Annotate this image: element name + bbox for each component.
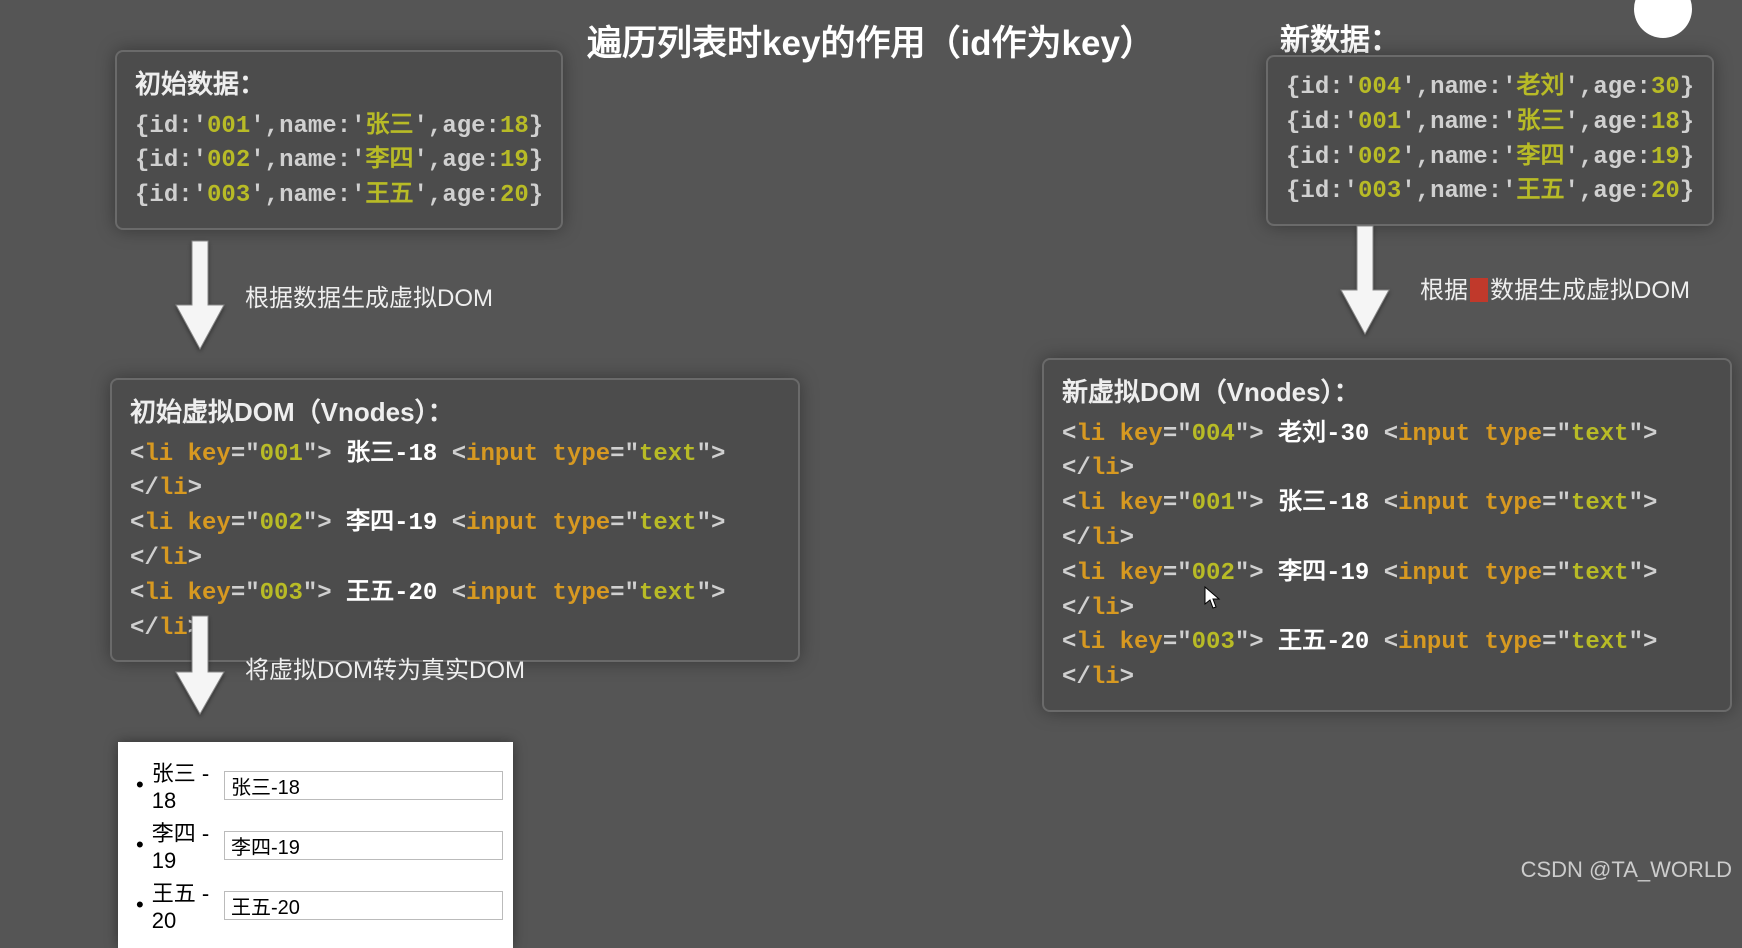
list-item: • 李四 - 19 — [136, 816, 503, 874]
arrow-down-icon — [170, 610, 230, 725]
real-dom-input[interactable] — [224, 831, 503, 860]
list-item-label: 李四 - 19 — [152, 816, 216, 874]
arrow-down-icon — [170, 235, 230, 360]
vnode-row: <li key="003"> 王五-20 <input type="text">… — [1062, 626, 1712, 696]
list-item-label: 王五 - 20 — [152, 876, 216, 934]
list-item-label: 张三 - 18 — [152, 756, 216, 814]
arrow3-label: 将虚拟DOM转为真实DOM — [245, 650, 525, 685]
initial-data-row: {id:'003',name:'王五',age:20} — [135, 179, 543, 214]
initial-data-row: {id:'001',name:'张三',age:18} — [135, 110, 543, 145]
real-dom-input[interactable] — [224, 891, 503, 920]
avatar — [1634, 0, 1692, 38]
new-data-header: 新数据： — [1280, 15, 1400, 59]
vnode-row: <li key="004"> 老刘-30 <input type="text">… — [1062, 418, 1712, 488]
arrow1-label: 根据数据生成虚拟DOM — [245, 278, 493, 313]
page-title: 遍历列表时key的作用（id作为key） — [587, 15, 1155, 66]
vnode-row: <li key="001"> 张三-18 <input type="text">… — [1062, 487, 1712, 557]
vnode-row: <li key="001"> 张三-18 <input type="text">… — [130, 438, 780, 508]
arrow-down-icon — [1335, 220, 1395, 345]
arrow2-label-pre: 根据 — [1420, 277, 1468, 304]
new-data-box: {id:'004',name:'老刘',age:30} {id:'001',na… — [1266, 55, 1714, 226]
cursor-icon — [1204, 586, 1222, 616]
arrow2-label: 根据数据生成虚拟DOM — [1420, 270, 1690, 305]
bullet-icon: • — [136, 772, 144, 798]
list-item: • 张三 - 18 — [136, 756, 503, 814]
arrow2-label-post: 数据生成虚拟DOM — [1490, 277, 1690, 304]
red-highlight-icon — [1470, 278, 1488, 302]
vnode-row: <li key="002"> 李四-19 <input type="text">… — [1062, 557, 1712, 627]
initial-vnodes-header: 初始虚拟DOM（Vnodes）： — [130, 394, 780, 432]
new-data-row: {id:'003',name:'王五',age:20} — [1286, 175, 1694, 210]
new-data-row: {id:'002',name:'李四',age:19} — [1286, 141, 1694, 176]
watermark: CSDN @TA_WORLD — [1521, 857, 1732, 883]
real-dom-box: • 张三 - 18 • 李四 - 19 • 王五 - 20 — [118, 742, 513, 948]
new-vnodes-header: 新虚拟DOM（Vnodes）： — [1062, 374, 1712, 412]
new-vnodes-box: 新虚拟DOM（Vnodes）： <li key="004"> 老刘-30 <in… — [1042, 358, 1732, 712]
initial-data-row: {id:'002',name:'李四',age:19} — [135, 144, 543, 179]
initial-data-box: 初始数据： {id:'001',name:'张三',age:18} {id:'0… — [115, 50, 563, 230]
list-item: • 王五 - 20 — [136, 876, 503, 934]
new-data-row: {id:'001',name:'张三',age:18} — [1286, 106, 1694, 141]
real-dom-input[interactable] — [224, 771, 503, 800]
new-data-row: {id:'004',name:'老刘',age:30} — [1286, 71, 1694, 106]
vnode-row: <li key="002"> 李四-19 <input type="text">… — [130, 507, 780, 577]
initial-data-header: 初始数据： — [135, 66, 543, 104]
bullet-icon: • — [136, 832, 144, 858]
bullet-icon: • — [136, 892, 144, 918]
